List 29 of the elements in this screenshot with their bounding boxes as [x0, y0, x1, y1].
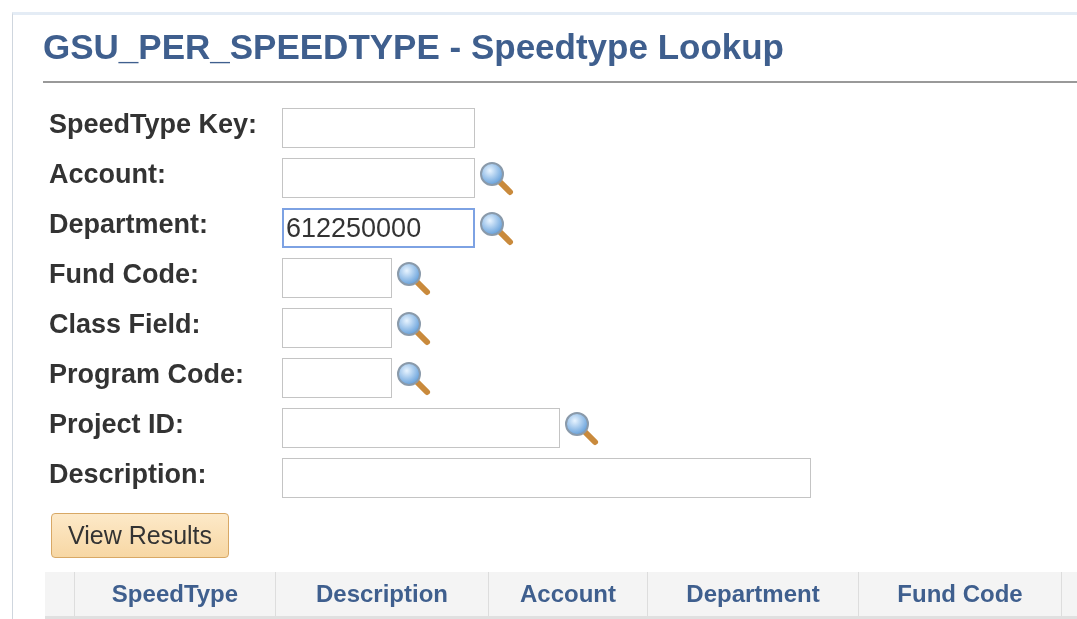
search-icon[interactable]	[477, 209, 515, 247]
input-field[interactable]	[282, 258, 392, 298]
input-field[interactable]	[282, 308, 392, 348]
column-header[interactable]: Description	[276, 572, 489, 616]
field-label: Description:	[49, 458, 208, 490]
input-field[interactable]	[282, 158, 475, 198]
field-label: Account:	[49, 158, 167, 190]
search-icon[interactable]	[562, 409, 600, 447]
input-field[interactable]	[282, 408, 560, 448]
column-header[interactable]: Account	[489, 572, 648, 616]
input-field[interactable]	[282, 358, 392, 398]
search-icon[interactable]	[394, 259, 432, 297]
field-label: Fund Code:	[49, 258, 200, 290]
search-icon[interactable]	[394, 309, 432, 347]
search-icon[interactable]	[477, 159, 515, 197]
field-label: Project ID:	[49, 408, 186, 440]
field-label: Program Code:	[49, 358, 246, 390]
page-title: GSU_PER_SPEEDTYPE - Speedtype Lookup	[43, 27, 1077, 83]
search-icon[interactable]	[394, 359, 432, 397]
input-field[interactable]	[282, 108, 475, 148]
input-field[interactable]: 612250000	[282, 208, 475, 248]
view-results-button[interactable]: View Results	[51, 513, 230, 558]
column-header[interactable]: Fund Code	[859, 572, 1062, 616]
column-header[interactable]: Department	[648, 572, 859, 616]
field-label: SpeedType Key:	[49, 108, 259, 140]
column-header[interactable]: SpeedType	[75, 572, 276, 616]
input-field[interactable]	[282, 458, 811, 498]
field-label: Class Field:	[49, 308, 202, 340]
field-label: Department:	[49, 208, 210, 240]
